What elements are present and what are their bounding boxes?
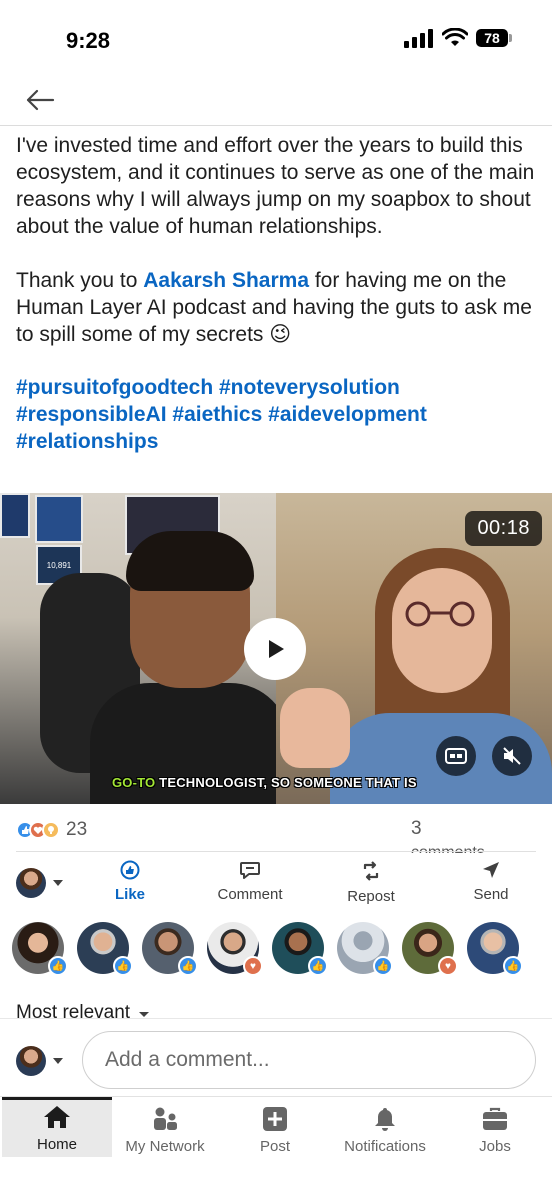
play-button[interactable] xyxy=(244,618,306,680)
reactions-summary[interactable]: 23 xyxy=(16,819,87,841)
chevron-down-icon xyxy=(53,1058,63,1064)
like-badge-icon: 👍 xyxy=(48,956,68,976)
glasses xyxy=(405,601,475,627)
actor-switcher[interactable] xyxy=(16,868,64,898)
tab-label: Post xyxy=(259,1138,290,1155)
mute-button[interactable] xyxy=(492,736,532,776)
reactor-avatar[interactable]: 👍 xyxy=(142,922,198,976)
like-badge-icon: 👍 xyxy=(113,956,133,976)
play-icon xyxy=(269,640,284,658)
tab-notifications[interactable]: Notifications xyxy=(330,1097,440,1159)
top-bar xyxy=(0,76,552,126)
insightful-reaction-icon xyxy=(42,821,60,839)
like-badge-icon: 👍 xyxy=(373,956,393,976)
repost-button[interactable]: Repost xyxy=(321,860,421,905)
status-icons: 78 xyxy=(404,28,512,48)
repost-label: Repost xyxy=(347,888,395,905)
like-icon xyxy=(120,860,140,880)
hashtag-link[interactable]: #noteverysolution xyxy=(219,376,400,399)
comment-bar: Add a comment... xyxy=(0,1018,552,1098)
network-icon xyxy=(154,1107,177,1130)
avatar xyxy=(16,868,46,898)
divider xyxy=(16,851,536,852)
tab-label: My Network xyxy=(125,1138,205,1155)
post-paragraph: Thank you to Aakarsh Sharma for having m… xyxy=(16,269,532,346)
tab-label: Home xyxy=(36,1136,77,1153)
chevron-down-icon xyxy=(53,880,63,886)
comment-button[interactable]: Comment xyxy=(200,860,300,903)
captions-icon xyxy=(445,748,467,764)
muted-speaker-icon xyxy=(503,747,521,765)
send-button[interactable]: Send xyxy=(441,860,541,903)
status-bar: 9:28 78 xyxy=(0,0,552,80)
post-paragraph: I've invested time and effort over the y… xyxy=(16,134,535,238)
captions-button[interactable] xyxy=(436,736,476,776)
love-badge-icon: ♥ xyxy=(438,956,458,976)
avatar xyxy=(16,1046,46,1076)
poster-text: 10,891 xyxy=(46,561,72,570)
tab-my-network[interactable]: My Network xyxy=(110,1097,220,1159)
send-icon xyxy=(483,862,499,878)
send-label: Send xyxy=(473,886,509,903)
hashtag-link[interactable]: #aidevelopment xyxy=(268,403,427,426)
like-badge-icon: 👍 xyxy=(308,956,328,976)
tab-label: Notifications xyxy=(344,1138,426,1155)
bottom-tab-bar: Home My Network Post Notifications Jobs xyxy=(0,1096,552,1200)
signal-icon xyxy=(404,29,433,48)
reactor-avatar[interactable]: ♥ xyxy=(207,922,263,976)
repost-icon xyxy=(363,861,379,881)
social-counts: 23 3 comments xyxy=(0,814,552,853)
like-badge-icon: 👍 xyxy=(178,956,198,976)
comment-input[interactable]: Add a comment... xyxy=(82,1031,536,1089)
status-time: 9:28 xyxy=(66,28,111,53)
reactor-avatar[interactable]: 👍 xyxy=(467,922,523,976)
comment-actor-switcher[interactable] xyxy=(16,1046,64,1076)
reactor-avatar[interactable]: 👍 xyxy=(337,922,393,976)
back-arrow-icon xyxy=(26,89,55,111)
battery-icon: 78 xyxy=(476,29,512,47)
love-badge-icon: ♥ xyxy=(243,956,263,976)
tab-jobs[interactable]: Jobs xyxy=(440,1097,550,1159)
hashtag-list: #pursuitofgoodtech #noteverysolution #re… xyxy=(16,374,540,455)
back-button[interactable] xyxy=(22,82,58,118)
action-bar: Like Comment Repost Send xyxy=(0,856,552,912)
tab-home[interactable]: Home xyxy=(2,1097,112,1157)
mention-link[interactable]: Aakarsh Sharma xyxy=(143,269,309,292)
like-label: Like xyxy=(114,886,145,903)
reaction-count: 23 xyxy=(66,819,88,840)
comments-count[interactable]: 3 xyxy=(411,818,422,840)
tab-post[interactable]: Post xyxy=(220,1097,330,1159)
like-badge-icon: 👍 xyxy=(503,956,523,976)
reactor-avatar[interactable]: ♥ xyxy=(402,922,458,976)
battery-level: 78 xyxy=(476,29,508,47)
home-icon xyxy=(44,1106,70,1128)
wifi-icon xyxy=(442,28,468,46)
comment-label: Comment xyxy=(217,886,283,903)
video-left-frame: 10,891 xyxy=(0,493,290,804)
reactor-avatar[interactable]: 👍 xyxy=(77,922,133,976)
comment-icon xyxy=(240,862,260,879)
hashtag-link[interactable]: #pursuitofgoodtech xyxy=(16,376,213,399)
like-button[interactable]: Like xyxy=(80,860,180,903)
video-player[interactable]: 10,891 00:18 GO-TO TECHNOLOGIST, SO SOME… xyxy=(0,493,552,804)
video-timer: 00:18 xyxy=(465,511,542,546)
hashtag-link[interactable]: #aiethics xyxy=(172,403,262,426)
reactor-avatar[interactable]: 👍 xyxy=(12,922,68,976)
bell-icon xyxy=(375,1108,395,1131)
hashtag-link[interactable]: #relationships xyxy=(16,430,158,453)
video-caption: GO-TO TECHNOLOGIST, SO SOMEONE THAT IS xyxy=(112,775,417,790)
briefcase-icon xyxy=(483,1107,507,1130)
reactor-list: 👍 👍 👍 ♥ 👍 👍 ♥ 👍 xyxy=(12,922,552,980)
post-icon xyxy=(263,1107,287,1131)
hashtag-link[interactable]: #responsibleAI xyxy=(16,403,167,426)
reactor-avatar[interactable]: 👍 xyxy=(272,922,328,976)
post-body: I've invested time and effort over the y… xyxy=(16,132,540,455)
tab-label: Jobs xyxy=(479,1138,511,1155)
